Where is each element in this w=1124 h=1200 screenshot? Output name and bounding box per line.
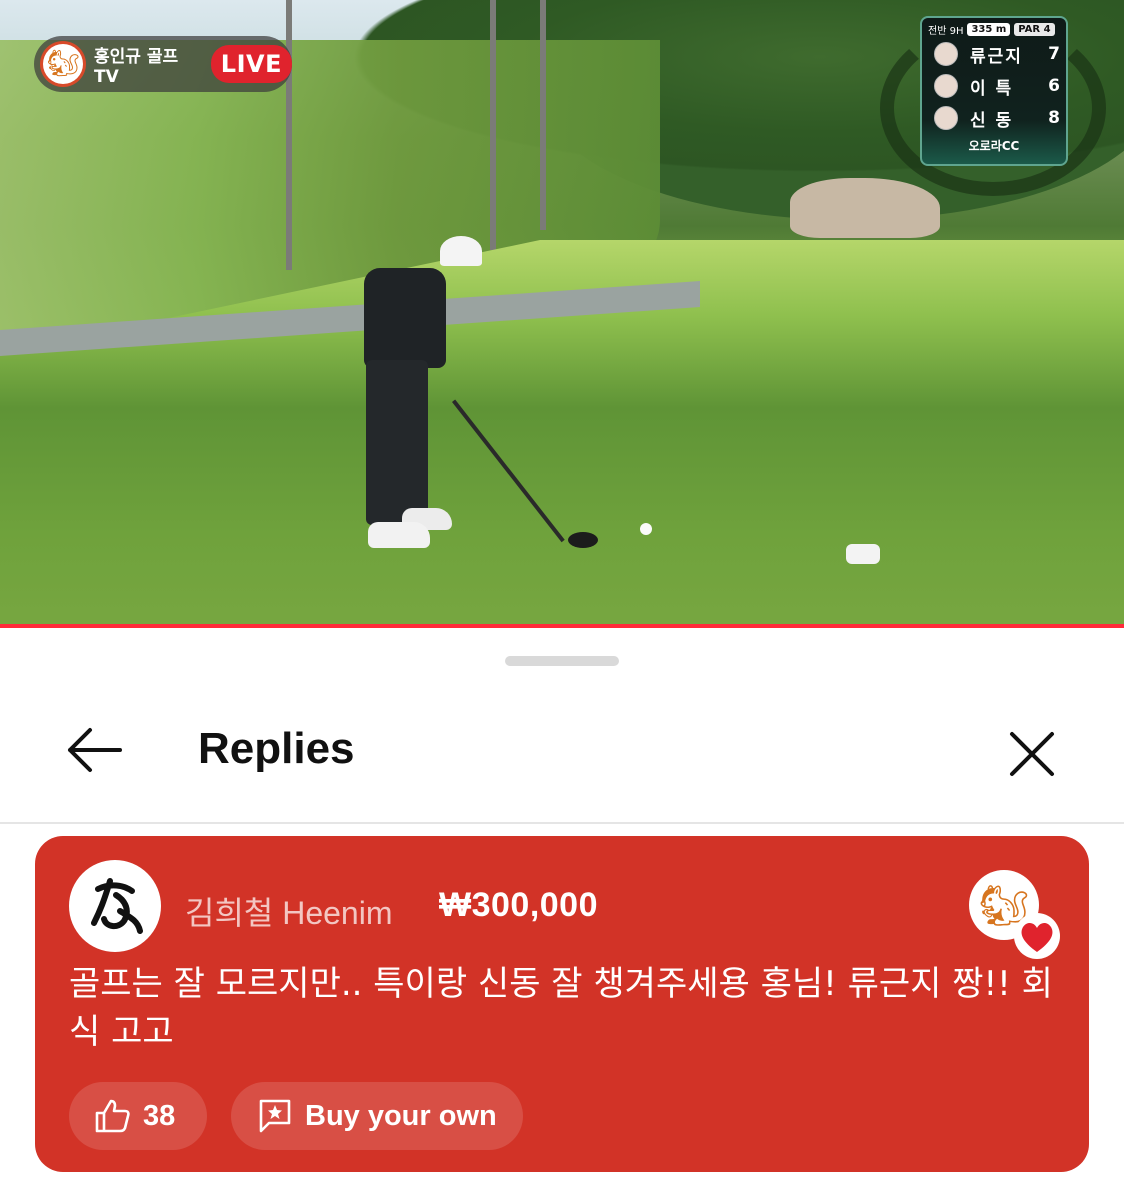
divider: [0, 822, 1124, 824]
super-chat-icon: [259, 1099, 291, 1133]
scoreboard-round: 전반 9H: [928, 26, 964, 37]
drag-handle[interactable]: [505, 656, 619, 666]
scoreboard-row: 이 특 6: [928, 71, 1060, 101]
player-avatar: [934, 106, 958, 130]
super-chat-amount: ₩300,000: [439, 886, 598, 924]
super-chat-message: 골프는 잘 모르지만.. 특이랑 신동 잘 챙겨주세용 홍님! 류근지 짱!! …: [69, 964, 1053, 1052]
player-avatar: [934, 74, 958, 98]
rock: [790, 178, 940, 238]
video-progress-fill: [0, 624, 1124, 628]
net-pole: [490, 0, 496, 250]
channel-badge: 🐿 홍인규 골프TV LIVE: [34, 36, 292, 92]
net-pole: [540, 0, 546, 230]
player-score: 8: [1048, 108, 1060, 128]
channel-name: 홍인규 골프TV: [93, 46, 179, 87]
super-chat-card[interactable]: 김희철 Heenim ₩300,000 🐿 골프는 잘 모르지만.. 특이랑 신…: [35, 836, 1089, 1172]
thumbs-up-icon: [95, 1099, 130, 1133]
like-count: 38: [143, 1099, 176, 1132]
golf-ball: [640, 523, 652, 535]
golf-clubhead: [568, 532, 598, 548]
player-score: 7: [1048, 44, 1060, 64]
close-button[interactable]: [1002, 724, 1062, 784]
net-pole: [286, 0, 292, 270]
golfer-body: [364, 268, 446, 368]
video-player[interactable]: 🐿 홍인규 골프TV LIVE 전반 9H 335 m PAR 4 류근지 7 …: [0, 0, 1124, 628]
golfer-shoe: [368, 522, 430, 548]
author-name[interactable]: 김희철 Heenim: [185, 888, 392, 934]
close-icon: [1010, 732, 1054, 776]
like-button[interactable]: 38: [69, 1082, 207, 1150]
scoreboard-venue: 오로라CC: [968, 139, 1020, 153]
heart-icon: [1014, 913, 1060, 959]
buy-your-own-label: Buy your own: [305, 1099, 497, 1132]
squirrel-logo-icon: 🐿: [40, 41, 86, 87]
golfer-cap: [440, 236, 482, 266]
sheet-header: Replies: [0, 700, 1124, 800]
author-avatar[interactable]: [69, 860, 161, 952]
player-name: 신 동: [970, 110, 1014, 131]
scoreboard-par: PAR 4: [1014, 23, 1055, 36]
video-progress-bar[interactable]: [0, 624, 1124, 628]
golfer-legs: [366, 360, 428, 525]
arrow-left-icon: [68, 728, 122, 772]
scoreboard-row: 류근지 7: [928, 39, 1060, 69]
replies-sheet: Replies 김희철 Heenim ₩300,000 🐿 골프는 잘 모르지만…: [0, 630, 1124, 1200]
back-button[interactable]: [62, 722, 126, 778]
live-badge: LIVE: [210, 45, 292, 83]
player-avatar: [934, 42, 958, 66]
scoreboard: 전반 9H 335 m PAR 4 류근지 7 이 특 6 신 동 8 오로라C…: [920, 16, 1068, 166]
player-name: 이 특: [970, 78, 1014, 99]
player-score: 6: [1048, 76, 1060, 96]
scoreboard-distance: 335 m: [967, 23, 1011, 36]
scoreboard-row: 신 동 8: [928, 103, 1060, 133]
sheet-title: Replies: [198, 724, 355, 773]
buy-your-own-button[interactable]: Buy your own: [231, 1082, 523, 1150]
tee-marker: [846, 544, 880, 564]
player-name: 류근지: [970, 46, 1023, 67]
calligraphy-avatar-icon: [91, 878, 143, 934]
